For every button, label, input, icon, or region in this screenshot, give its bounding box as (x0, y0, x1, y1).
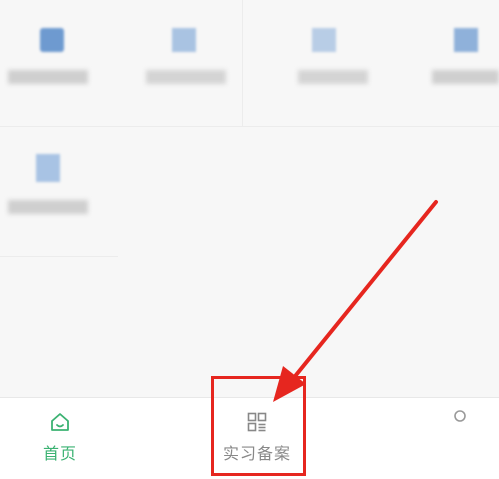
home-icon (51, 413, 69, 431)
tile-label-blurred (8, 70, 88, 84)
tile-label-blurred (146, 70, 226, 84)
tab-internship-record-label: 实习备案 (222, 444, 291, 463)
app-icon (172, 28, 196, 52)
grid-divider (242, 0, 243, 126)
tab-home[interactable]: 首页 (0, 398, 120, 479)
grid-tile[interactable] (0, 0, 118, 118)
grid-tile[interactable] (138, 0, 256, 118)
app-icon (36, 154, 60, 182)
grid-tile[interactable] (276, 0, 394, 118)
app-icon (40, 28, 64, 52)
tab-profile[interactable] (420, 398, 499, 479)
grid-tile[interactable] (414, 0, 499, 118)
tab-internship-record[interactable]: 实习备案 (197, 398, 317, 479)
grid-divider (0, 126, 499, 127)
tile-label-blurred (298, 70, 368, 84)
grid-tile[interactable] (0, 130, 118, 248)
grid-icon (247, 412, 267, 432)
app-grid (0, 0, 499, 395)
tile-label-blurred (432, 70, 499, 84)
tab-home-label: 首页 (42, 444, 77, 463)
user-icon (453, 410, 466, 422)
app-icon (312, 28, 336, 52)
grid-divider (0, 256, 118, 257)
bottom-tab-bar: 首页 实习备案 (0, 397, 499, 479)
tile-label-blurred (8, 200, 88, 214)
app-icon (454, 28, 478, 52)
